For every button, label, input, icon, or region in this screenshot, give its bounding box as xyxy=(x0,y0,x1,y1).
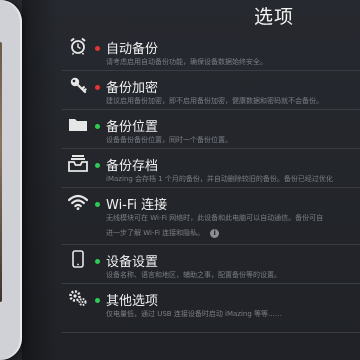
options-window: 选项 自动备份 请考虑启用自动备份功能，确保设备数据始终安全。 备份加密 建议启… xyxy=(0,0,360,360)
archive-tray-icon xyxy=(68,154,88,172)
option-auto-backup[interactable]: 自动备份 请考虑启用自动备份功能，确保设备数据始终安全。 xyxy=(62,32,360,71)
option-other[interactable]: 其他选项 仅电量低，通过 USB 连接设备时启动 iMazing 等等…… xyxy=(62,284,360,322)
phone-icon xyxy=(68,250,88,268)
option-label: 自动备份 xyxy=(106,42,159,57)
option-description: 建议启用备份加密，即不启用备份加密，健康数据和密码就不会备份。 xyxy=(106,97,323,105)
option-label: 备份位置 xyxy=(106,120,159,135)
option-description: 请考虑启用自动备份功能，确保设备数据始终安全。 xyxy=(106,58,267,66)
wifi-learn-more-link[interactable]: 进一步了解 Wi-Fi 连接和隐私。 xyxy=(106,229,204,237)
status-dot xyxy=(95,298,100,303)
option-label: Wi-Fi 连接 xyxy=(106,198,168,213)
device-preview xyxy=(0,0,22,360)
sidebar-shadow xyxy=(22,0,58,360)
option-description: iMazing 会存档 1 个月的备份，并自动删除较旧的备份。备份已经过优化 xyxy=(106,175,333,183)
alarm-clock-icon xyxy=(68,37,88,55)
key-icon xyxy=(68,76,88,94)
wifi-learn-more-line: 进一步了解 Wi-Fi 连接和隐私。 i xyxy=(106,228,220,238)
option-description: 设备名称、语言和地区，辅助之事，配置备份等的设置。 xyxy=(106,271,281,279)
status-dot xyxy=(95,202,100,207)
option-backup-encryption[interactable]: 备份加密 建议启用备份加密，即不启用备份加密，健康数据和密码就不会备份。 xyxy=(62,71,360,110)
status-dot xyxy=(95,259,100,264)
status-dot xyxy=(95,46,100,51)
status-dot xyxy=(95,163,100,168)
option-label: 备份存档 xyxy=(106,159,159,174)
option-label: 其他选项 xyxy=(106,294,159,309)
status-dot xyxy=(95,124,100,129)
option-description: 设备备份备份位置，同时一个备份位置。 xyxy=(106,136,232,144)
options-menu: 自动备份 请考虑启用自动备份功能，确保设备数据始终安全。 备份加密 建议启用备份… xyxy=(62,32,360,322)
option-description: 仅电量低，通过 USB 连接设备时启动 iMazing 等等…… xyxy=(106,310,283,318)
option-device-settings[interactable]: 设备设置 设备名称、语言和地区，辅助之事，配置备份等的设置。 xyxy=(62,245,360,284)
status-dot xyxy=(95,85,100,90)
option-backup-location[interactable]: 备份位置 设备备份备份位置，同时一个备份位置。 xyxy=(62,110,360,149)
wifi-icon xyxy=(68,193,88,211)
panel-title: 选项 xyxy=(254,6,295,28)
option-backup-archive[interactable]: 备份存档 iMazing 会存档 1 个月的备份，并自动删除较旧的备份。备份已经… xyxy=(62,149,360,188)
divider xyxy=(62,332,360,333)
folder-icon xyxy=(68,115,88,133)
info-icon[interactable]: i xyxy=(210,228,220,238)
option-description: 无线模块可在 Wi-Fi 网络时，此设备和此电脑可以自动通信。备份可自 xyxy=(106,214,324,222)
option-label: 备份加密 xyxy=(106,81,159,96)
device-screen xyxy=(0,42,2,302)
option-label: 设备设置 xyxy=(106,255,159,270)
option-wifi-connection[interactable]: Wi-Fi 连接 无线模块可在 Wi-Fi 网络时，此设备和此电脑可以自动通信。… xyxy=(62,188,360,245)
gears-icon xyxy=(68,289,88,307)
